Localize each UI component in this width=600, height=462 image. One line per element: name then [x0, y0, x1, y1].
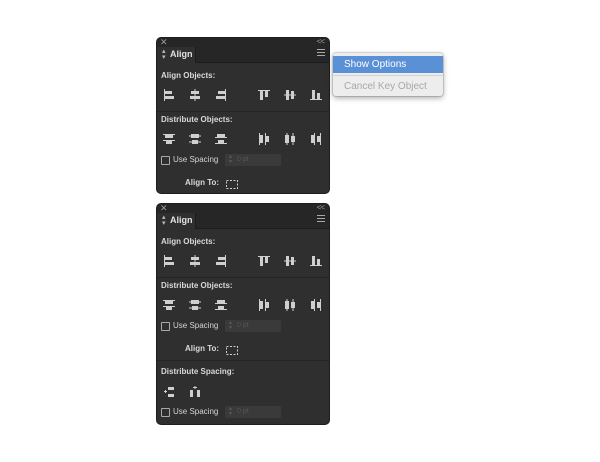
- distribute-vertical-centers-icon[interactable]: [189, 299, 201, 311]
- use-spacing-checkbox-2[interactable]: [161, 408, 170, 417]
- collapse-panel-icon[interactable]: <<: [317, 38, 325, 47]
- distribute-horizontal-centers-icon[interactable]: [284, 133, 296, 145]
- spacing-input[interactable]: ▴ ▾ 0 pt: [225, 154, 281, 166]
- menu-item-cancel-key-object: Cancel Key Object: [344, 81, 427, 92]
- use-spacing-label-2: Use Spacing: [173, 407, 219, 416]
- tab-expand-arrows-icon: ▴ ▾: [162, 48, 166, 61]
- distribute-bottom-edges-icon[interactable]: [215, 299, 227, 311]
- distribute-bottom-edges-icon[interactable]: [215, 133, 227, 145]
- align-objects-label: Align Objects:: [161, 237, 216, 246]
- panel-menu-icon[interactable]: [317, 49, 325, 57]
- distribute-vertical-space-icon[interactable]: [163, 386, 175, 398]
- spinner-icon: ▴ ▾: [229, 154, 233, 165]
- align-horizontal-centers-icon[interactable]: [189, 255, 201, 267]
- tab-title: Align: [170, 215, 193, 225]
- close-icon[interactable]: ✕: [160, 204, 168, 213]
- align-to-selection-icon[interactable]: [225, 343, 239, 355]
- close-icon[interactable]: ✕: [160, 38, 168, 47]
- align-bottom-edges-icon[interactable]: [310, 89, 322, 101]
- spacing-value-2: 0 pt: [237, 408, 249, 415]
- align-top-edges-icon[interactable]: [258, 89, 270, 101]
- distribute-left-edges-icon[interactable]: [258, 299, 270, 311]
- spinner-icon: ▴ ▾: [229, 320, 233, 331]
- menu-separator: [333, 75, 443, 76]
- align-top-edges-icon[interactable]: [258, 255, 270, 267]
- panel-title-strip: [157, 38, 329, 47]
- panel-tab-bar: ▴ ▾ Align: [157, 213, 329, 229]
- align-vertical-centers-icon[interactable]: [284, 255, 296, 267]
- use-spacing-checkbox[interactable]: [161, 322, 170, 331]
- align-panel-expanded: ✕ << ▴ ▾ Align Align Objects: Distribute …: [157, 204, 329, 424]
- tab-expand-arrows-icon: ▴ ▾: [162, 214, 166, 227]
- align-left-edges-icon[interactable]: [163, 89, 175, 101]
- collapse-panel-icon[interactable]: <<: [317, 204, 325, 213]
- spacing-input-2[interactable]: ▴ ▾ 0 pt: [225, 406, 281, 418]
- distribute-left-edges-icon[interactable]: [258, 133, 270, 145]
- panel-title-strip: [157, 204, 329, 213]
- align-right-edges-icon[interactable]: [215, 89, 227, 101]
- panel-tab-bar: ▴ ▾ Align: [157, 47, 329, 63]
- panel-menu-icon[interactable]: [317, 215, 325, 223]
- distribute-right-edges-icon[interactable]: [310, 299, 322, 311]
- spacing-value: 0 pt: [237, 156, 249, 163]
- distribute-objects-label: Distribute Objects:: [161, 115, 233, 124]
- panel-options-menu: Show Options Cancel Key Object: [333, 53, 443, 96]
- spacing-value: 0 pt: [237, 322, 249, 329]
- align-to-label: Align To:: [185, 344, 220, 353]
- align-left-edges-icon[interactable]: [163, 255, 175, 267]
- distribute-objects-label: Distribute Objects:: [161, 281, 233, 290]
- distribute-horizontal-space-icon[interactable]: [189, 386, 201, 398]
- align-bottom-edges-icon[interactable]: [310, 255, 322, 267]
- align-to-selection-icon[interactable]: [225, 177, 239, 189]
- spinner-icon: ▴ ▾: [229, 406, 233, 417]
- use-spacing-label: Use Spacing: [173, 155, 219, 164]
- distribute-vertical-centers-icon[interactable]: [189, 133, 201, 145]
- distribute-top-edges-icon[interactable]: [163, 299, 175, 311]
- use-spacing-label: Use Spacing: [173, 321, 219, 330]
- menu-item-show-options[interactable]: Show Options: [333, 56, 443, 73]
- align-objects-label: Align Objects:: [161, 71, 216, 80]
- section-divider: [157, 277, 329, 278]
- section-divider: [157, 111, 329, 112]
- align-panel-compact: ✕ << ▴ ▾ Align Align Objects: Distribute …: [157, 38, 329, 193]
- distribute-top-edges-icon[interactable]: [163, 133, 175, 145]
- align-horizontal-centers-icon[interactable]: [189, 89, 201, 101]
- distribute-horizontal-centers-icon[interactable]: [284, 299, 296, 311]
- align-to-label: Align To:: [185, 178, 220, 187]
- align-vertical-centers-icon[interactable]: [284, 89, 296, 101]
- use-spacing-checkbox[interactable]: [161, 156, 170, 165]
- distribute-right-edges-icon[interactable]: [310, 133, 322, 145]
- tab-title: Align: [170, 49, 193, 59]
- tab-align[interactable]: ▴ ▾ Align: [157, 47, 196, 63]
- spacing-input[interactable]: ▴ ▾ 0 pt: [225, 320, 281, 332]
- section-divider: [157, 360, 329, 361]
- tab-align[interactable]: ▴ ▾ Align: [157, 213, 196, 229]
- distribute-spacing-label: Distribute Spacing:: [161, 367, 235, 376]
- align-right-edges-icon[interactable]: [215, 255, 227, 267]
